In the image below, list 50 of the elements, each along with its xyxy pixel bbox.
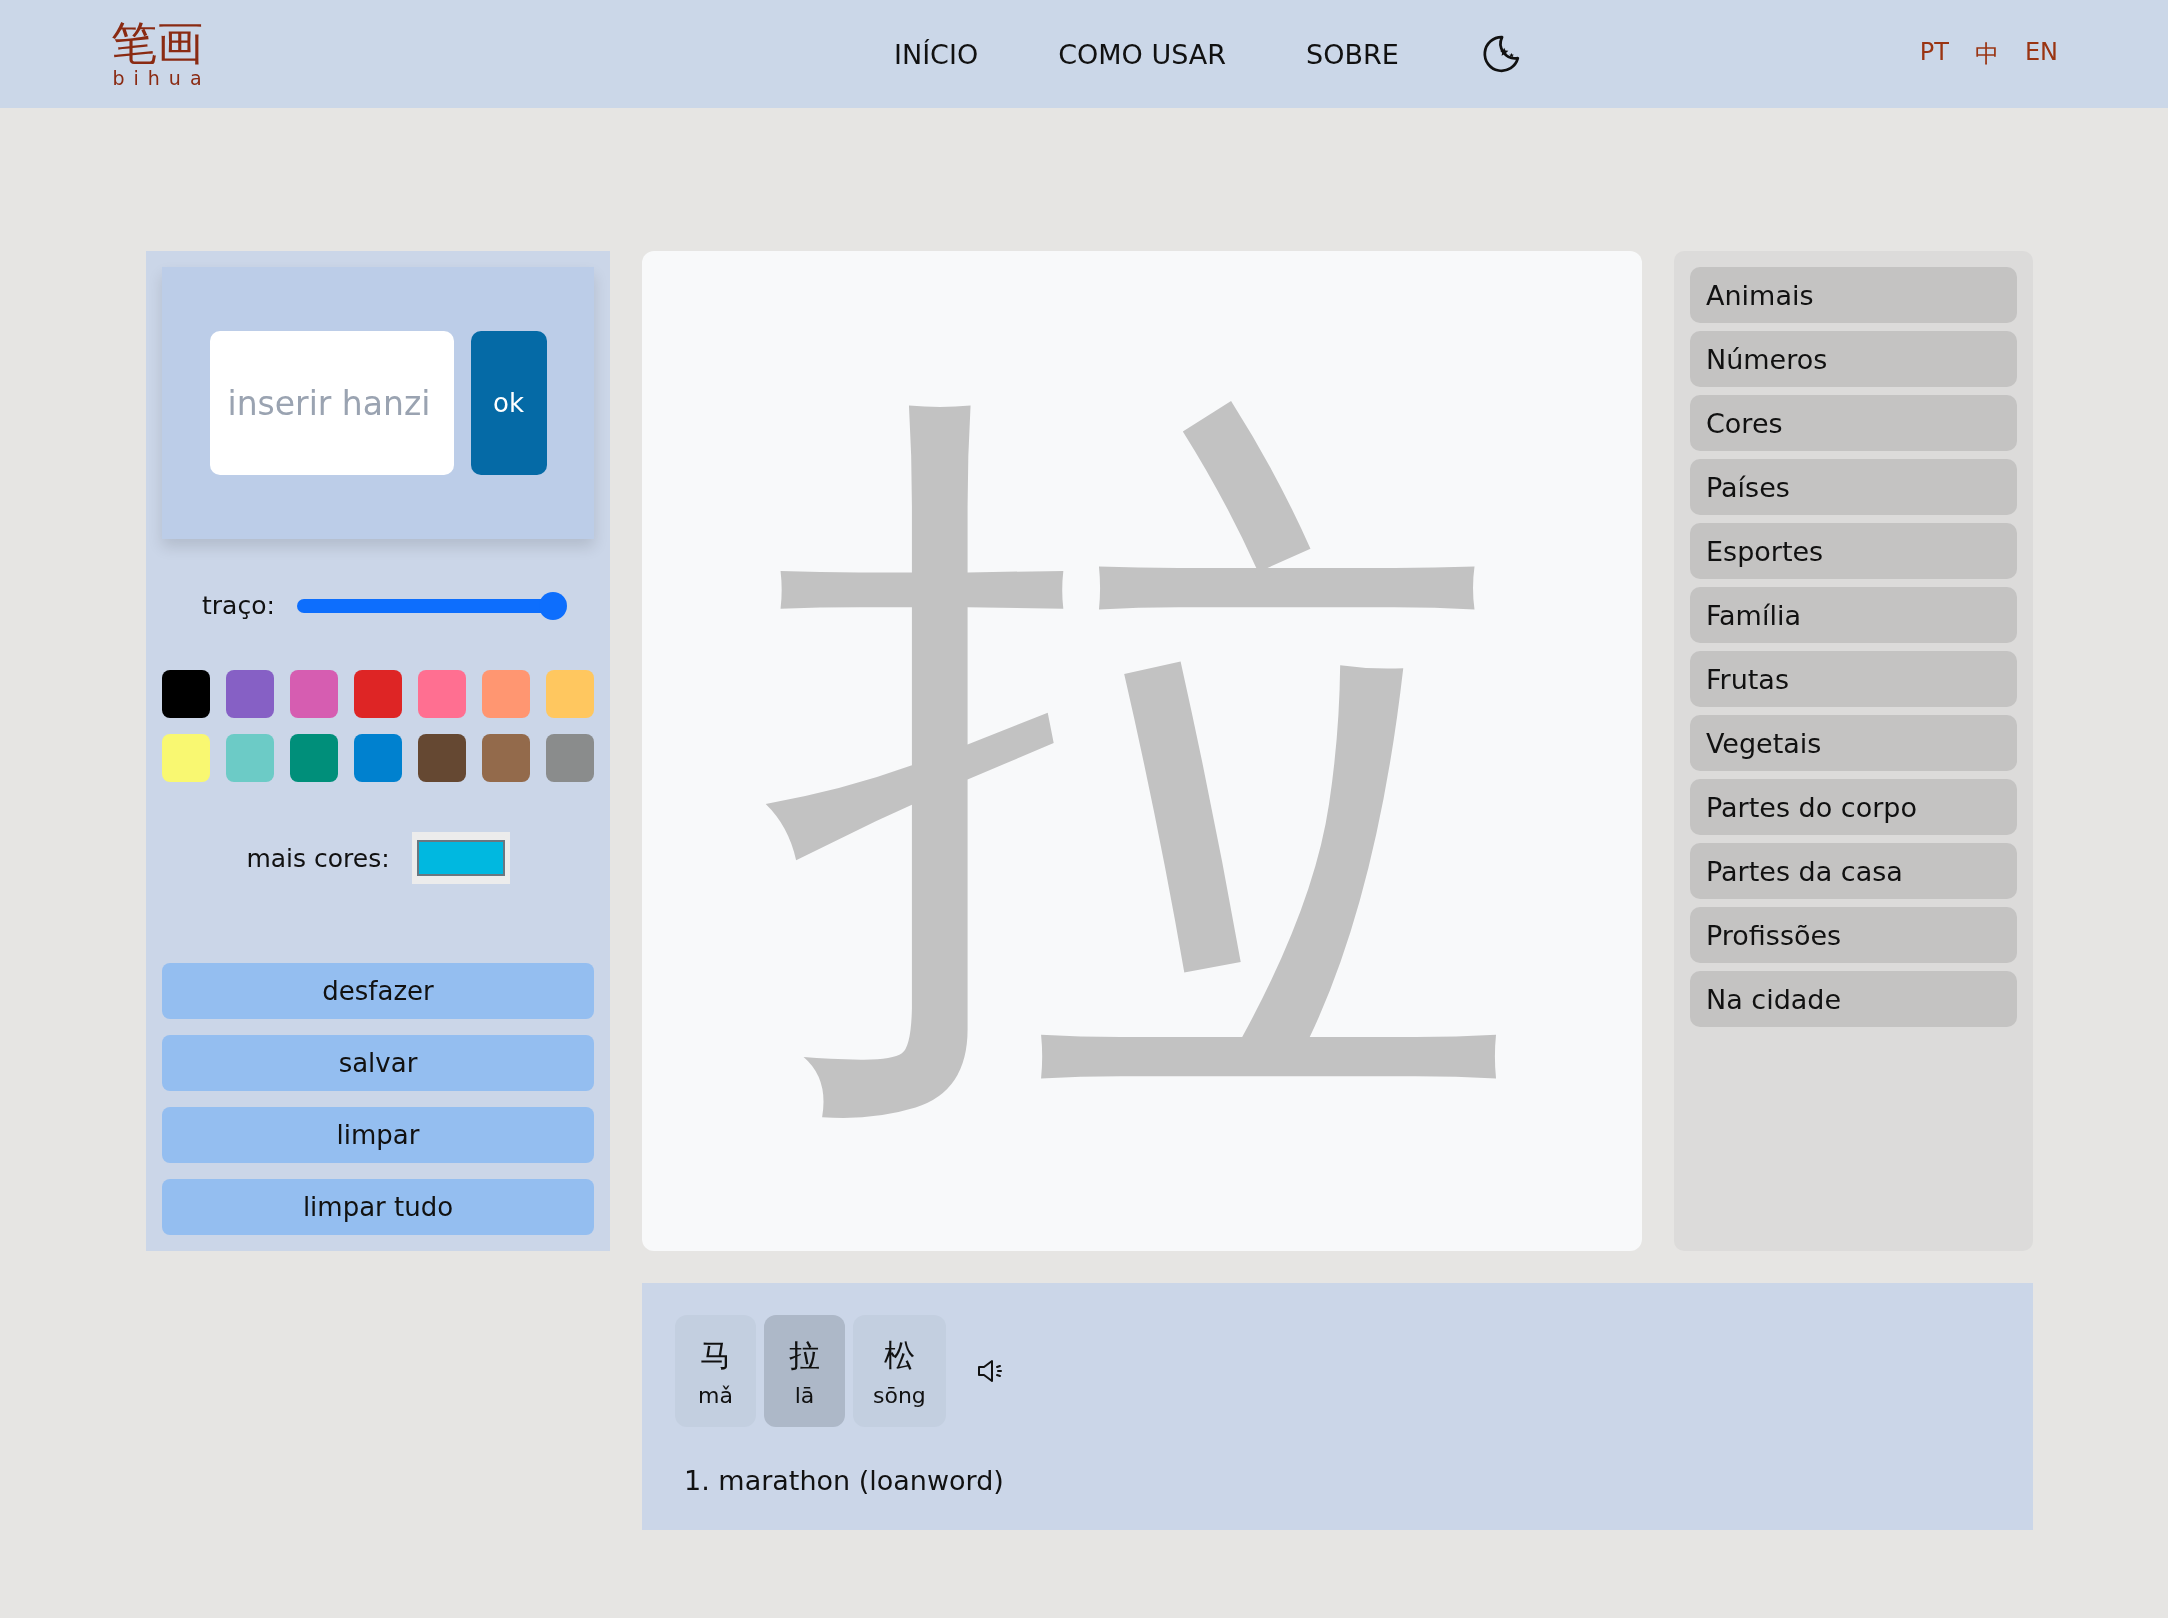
action-button[interactable]: limpar tudo <box>162 1179 594 1235</box>
syllable-tile[interactable]: 拉 lā <box>764 1315 845 1427</box>
color-swatch[interactable] <box>162 670 210 718</box>
action-button[interactable]: desfazer <box>162 963 594 1019</box>
color-swatch[interactable] <box>418 734 466 782</box>
syllable-tile[interactable]: 松 sōng <box>853 1315 946 1427</box>
color-swatch[interactable] <box>290 670 338 718</box>
definition-text: 1. marathon (loanword) <box>684 1465 1005 1496</box>
syllable-tile[interactable]: 马 mǎ <box>675 1315 756 1427</box>
language-link[interactable]: PT <box>1919 38 1949 70</box>
nav-link[interactable]: SOBRE <box>1306 38 1399 70</box>
category-item[interactable]: Cores <box>1690 395 2017 451</box>
category-item[interactable]: Na cidade <box>1690 971 2017 1027</box>
category-item[interactable]: Vegetais <box>1690 715 2017 771</box>
color-swatch[interactable] <box>546 670 594 718</box>
color-swatch[interactable] <box>482 670 530 718</box>
ok-button[interactable]: ok <box>470 331 547 475</box>
category-item[interactable]: Partes da casa <box>1690 843 2017 899</box>
color-swatch[interactable] <box>290 734 338 782</box>
logo-pinyin: bihua <box>112 67 211 90</box>
nav-link[interactable]: INÍCIO <box>894 38 979 70</box>
category-item[interactable]: Frutas <box>1690 651 2017 707</box>
hanzi-input[interactable]: inserir hanzi <box>209 331 454 475</box>
more-colors-label: mais cores: <box>246 843 390 873</box>
category-item[interactable]: Esportes <box>1690 523 2017 579</box>
language-link[interactable]: EN <box>2024 38 2058 70</box>
color-swatch[interactable] <box>162 734 210 782</box>
action-button[interactable]: limpar <box>162 1107 594 1163</box>
category-item[interactable]: Profissões <box>1690 907 2017 963</box>
nav-link[interactable]: COMO USAR <box>1058 38 1227 70</box>
stroke-label: traço: <box>202 591 275 620</box>
color-swatch[interactable] <box>354 670 402 718</box>
slider-thumb[interactable] <box>538 591 567 620</box>
character-guide: 拉 <box>762 371 1522 1131</box>
color-swatch[interactable] <box>546 734 594 782</box>
color-swatch[interactable] <box>482 734 530 782</box>
category-item[interactable]: Países <box>1690 459 2017 515</box>
color-swatch[interactable] <box>226 670 274 718</box>
category-item[interactable]: Partes do corpo <box>1690 779 2017 835</box>
category-item[interactable]: Família <box>1690 587 2017 643</box>
category-item[interactable]: Animais <box>1690 267 2017 323</box>
category-item[interactable]: Números <box>1690 331 2017 387</box>
color-swatch[interactable] <box>354 734 402 782</box>
color-swatch[interactable] <box>418 670 466 718</box>
action-button[interactable]: salvar <box>162 1035 594 1091</box>
color-swatch[interactable] <box>226 734 274 782</box>
logo-hanzi[interactable]: 笔画 <box>111 18 203 68</box>
color-picker[interactable] <box>411 832 510 884</box>
language-link[interactable]: 中 <box>1974 38 1999 70</box>
stroke-slider[interactable] <box>296 591 567 620</box>
